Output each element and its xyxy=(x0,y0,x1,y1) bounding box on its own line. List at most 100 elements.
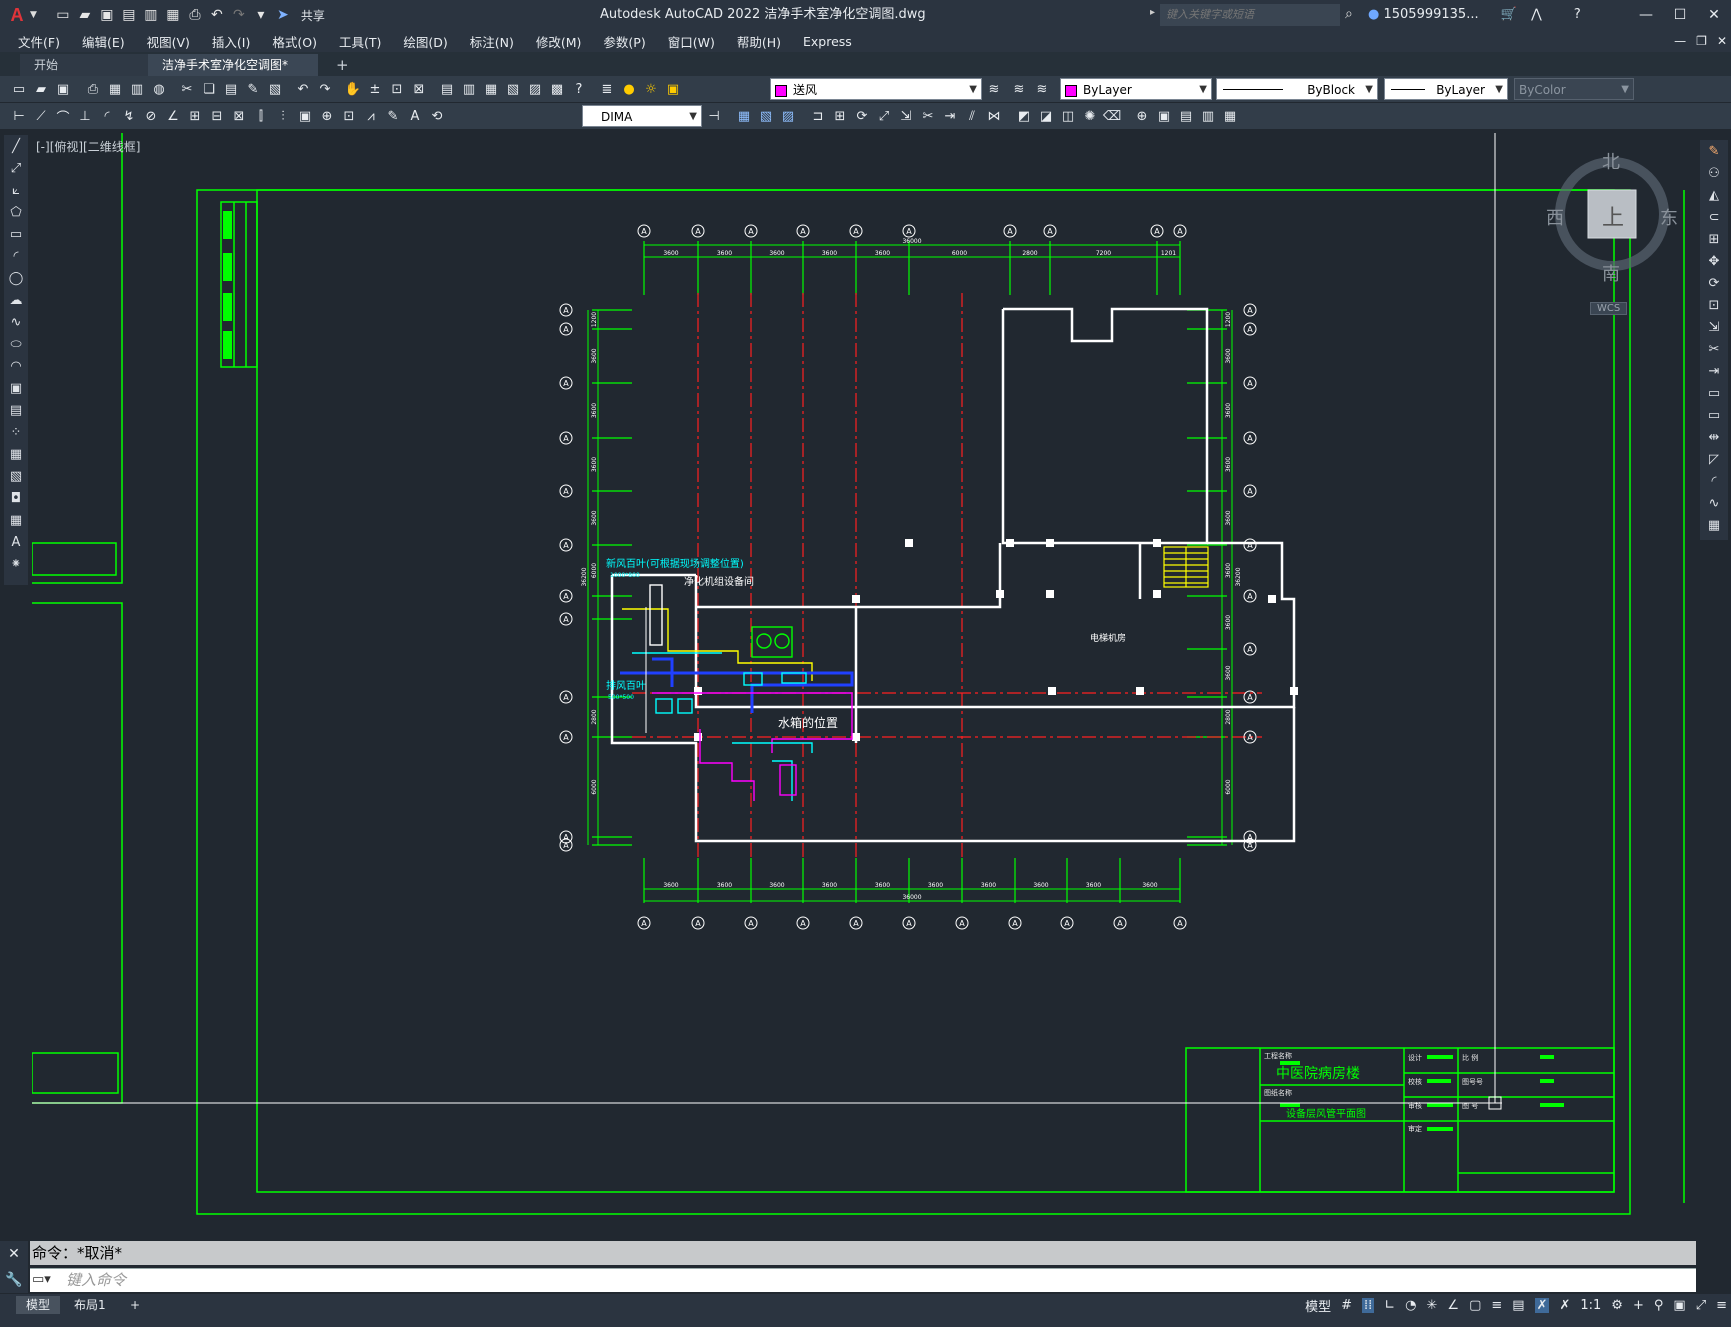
hardware-accel-icon[interactable]: ▣ xyxy=(1673,1298,1685,1313)
array-icon[interactable]: ⊞ xyxy=(831,107,849,125)
clean-screen-icon[interactable]: ⤢ xyxy=(1696,1298,1706,1313)
create-block-icon[interactable]: ▣ xyxy=(1155,107,1173,125)
break-icon[interactable]: ▭ xyxy=(1700,404,1728,426)
calculator-icon[interactable]: ▩ xyxy=(548,80,566,98)
block-editor-icon[interactable]: ▧ xyxy=(266,80,284,98)
menu-view[interactable]: 视图(V) xyxy=(147,32,190,51)
new-tab-button[interactable]: + xyxy=(322,54,363,76)
offset-icon[interactable]: ⊂ xyxy=(1700,206,1728,228)
make-current-layer-icon[interactable]: ≋ xyxy=(985,80,1003,98)
rotate-icon[interactable]: ⟳ xyxy=(853,107,871,125)
plot-icon[interactable]: ▦ xyxy=(165,7,181,23)
trim-icon[interactable]: ✂ xyxy=(1700,338,1728,360)
polar-icon[interactable]: ◔ xyxy=(1405,1298,1416,1313)
dim-aligned-icon[interactable]: ⟋ xyxy=(32,107,50,125)
mirror-obj-icon[interactable]: ▨ xyxy=(779,107,797,125)
menu-insert[interactable]: 插入(I) xyxy=(212,32,250,51)
insert-block-icon[interactable]: ▣ xyxy=(4,377,28,399)
tab-start[interactable]: 开始 xyxy=(20,54,148,76)
dimstyle-icon[interactable]: ⊣ xyxy=(705,107,723,125)
qnew-icon[interactable]: ▭ xyxy=(10,80,28,98)
dim-update-icon[interactable]: ⟲ xyxy=(428,107,446,125)
viewcube-top-face[interactable]: 上 xyxy=(1602,200,1624,232)
dim-linear-icon[interactable]: ⊢ xyxy=(10,107,28,125)
gradient-icon[interactable]: ▧ xyxy=(4,465,28,487)
line-icon[interactable]: ╱ xyxy=(4,135,28,157)
open-icon[interactable]: ▰ xyxy=(32,80,50,98)
dim-break-icon[interactable]: ⫶ xyxy=(274,107,292,125)
wblock-icon[interactable]: ▤ xyxy=(1177,107,1195,125)
help-icon[interactable]: ? xyxy=(1574,7,1581,22)
menu-draw[interactable]: 绘图(D) xyxy=(403,32,447,51)
menu-file[interactable]: 文件(F) xyxy=(18,32,60,51)
tab-active-drawing[interactable]: 洁净手术室净化空调图* ✕ xyxy=(148,54,318,94)
dim-text-edit-icon[interactable]: A xyxy=(406,107,424,125)
layer-freeze-icon[interactable]: ☼ xyxy=(642,80,660,98)
jogged-linear-icon[interactable]: ⩘ xyxy=(362,107,380,125)
cut-icon[interactable]: ✂ xyxy=(178,80,196,98)
tab-layout1[interactable]: 布局1 xyxy=(64,1296,116,1314)
layer-lock-icon[interactable]: ▣ xyxy=(664,80,682,98)
tab-model[interactable]: 模型 xyxy=(16,1296,61,1314)
annotation-visibility-icon[interactable]: ✗ xyxy=(1534,1297,1550,1313)
attribute-icon[interactable]: ▥ xyxy=(1199,107,1217,125)
extend-icon[interactable]: ⇥ xyxy=(1700,360,1728,382)
rectangle-icon[interactable]: ▭ xyxy=(4,223,28,245)
copy-icon[interactable]: ⚇ xyxy=(1700,162,1728,184)
tolerance-icon[interactable]: ▣ xyxy=(296,107,314,125)
circle-icon[interactable]: ◯ xyxy=(4,267,28,289)
erase-icon[interactable]: ⌫ xyxy=(1103,107,1121,125)
menu-edit[interactable]: 编辑(E) xyxy=(82,32,125,51)
region-icon[interactable]: ◘ xyxy=(4,487,28,509)
undo-icon[interactable]: ↶ xyxy=(294,80,312,98)
doc-minimize-icon[interactable]: — xyxy=(1674,30,1686,52)
erase-icon[interactable]: ✎ xyxy=(1700,140,1728,162)
lineweight-icon[interactable]: ≡ xyxy=(1491,1298,1502,1313)
auto-scale-icon[interactable]: ✗ xyxy=(1559,1298,1570,1313)
search-input[interactable] xyxy=(1160,4,1340,26)
explode-icon[interactable]: ✺ xyxy=(1081,107,1099,125)
help-icon[interactable]: ? xyxy=(570,80,588,98)
arc-icon[interactable]: ◜ xyxy=(4,245,28,267)
fillet-icon[interactable]: ◪ xyxy=(1037,107,1055,125)
publish-icon[interactable]: ▥ xyxy=(128,80,146,98)
layer-on-icon[interactable]: ● xyxy=(620,80,638,98)
customize-qa-icon[interactable]: ▾ xyxy=(253,7,269,23)
search-expand-icon[interactable]: ▸ xyxy=(1150,7,1155,18)
viewcube-west[interactable]: 西 xyxy=(1546,204,1564,230)
dim-baseline-icon[interactable]: ⊟ xyxy=(208,107,226,125)
publish-icon[interactable]: ▥ xyxy=(143,7,159,23)
new-file-icon[interactable]: ▭ xyxy=(55,7,71,23)
dim-ordinate-icon[interactable]: ⊥ xyxy=(76,107,94,125)
search-icon[interactable]: ⌕ xyxy=(1345,6,1353,22)
stretch-icon[interactable]: ⇲ xyxy=(897,107,915,125)
quick-dim-icon[interactable]: ⊞ xyxy=(186,107,204,125)
pan-icon[interactable]: ✋ xyxy=(344,80,362,98)
stretch-icon[interactable]: ⇲ xyxy=(1700,316,1728,338)
paste-icon[interactable]: ▤ xyxy=(222,80,240,98)
viewcube-east[interactable]: 东 xyxy=(1660,204,1678,230)
viewport-controls-label[interactable]: [-][俯视][二维线框] xyxy=(36,138,140,155)
break-icon[interactable]: ⫽ xyxy=(963,107,981,125)
preview-icon[interactable]: ▦ xyxy=(106,80,124,98)
osnap-tracking-icon[interactable]: ✳ xyxy=(1427,1298,1438,1313)
drawing-viewport[interactable]: 工程名称 中医院病房楼 图纸名称 设备层风管平面图 设计 校核 审核 审定 比 … xyxy=(32,133,1697,1218)
user-account[interactable]: ● 1505999135... 🛒 ⋀ ? xyxy=(1368,0,1581,30)
customize-status-icon[interactable]: ≡ xyxy=(1716,1298,1727,1313)
isolate-icon[interactable]: ⚲ xyxy=(1654,1298,1664,1313)
offset-icon[interactable]: ⊐ xyxy=(809,107,827,125)
minimize-icon[interactable]: — xyxy=(1629,0,1663,30)
dim-continue-icon[interactable]: ⊠ xyxy=(230,107,248,125)
model-space-button[interactable]: 模型 xyxy=(1305,1296,1331,1315)
trim-icon[interactable]: ✂ xyxy=(919,107,937,125)
workspace-gear-icon[interactable]: ⚙ xyxy=(1611,1298,1623,1313)
mirror-icon[interactable]: ◭ xyxy=(1700,184,1728,206)
dim-arc-icon[interactable]: ⌒ xyxy=(54,107,72,126)
ellipse-icon[interactable]: ⬭ xyxy=(4,333,28,355)
polyline-icon[interactable]: ⟀ xyxy=(4,179,28,201)
array-icon[interactable]: ⊞ xyxy=(1700,228,1728,250)
point-icon[interactable]: ⁘ xyxy=(4,421,28,443)
make-block-icon[interactable]: ▤ xyxy=(4,399,28,421)
zoom-window-icon[interactable]: ⊡ xyxy=(388,80,406,98)
menu-help[interactable]: 帮助(H) xyxy=(737,32,781,51)
